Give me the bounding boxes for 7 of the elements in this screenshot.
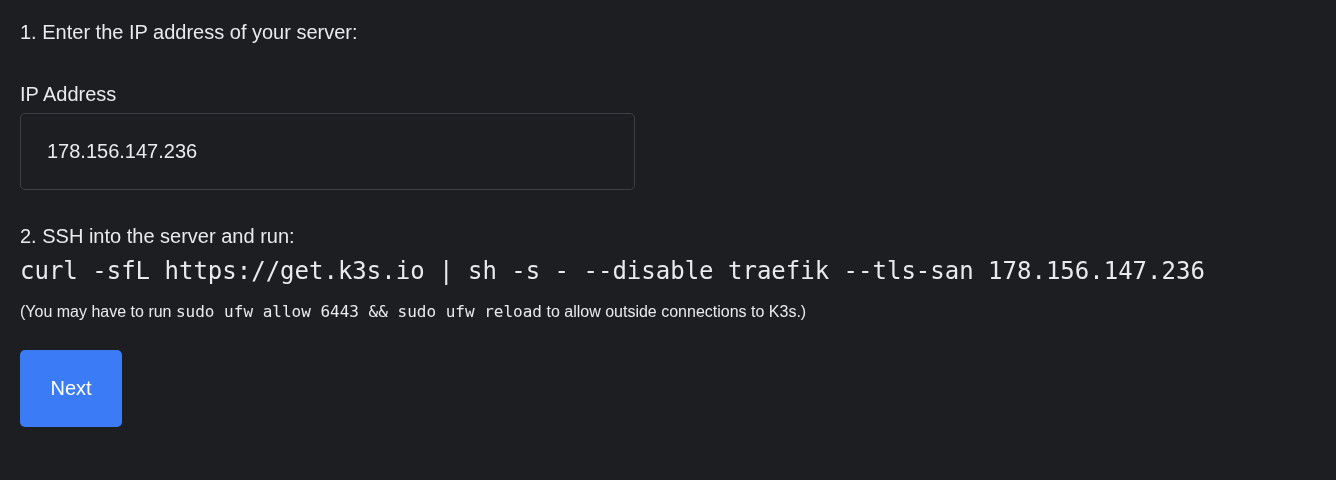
step-instruction: 2. SSH into the server and run: [20,224,296,249]
ip-address-field[interactable]: 178.156.147.236 [20,113,635,190]
next-button[interactable]: Next [20,350,122,427]
ip-address-label: IP Address [20,82,118,107]
step-instruction: 1. Enter the IP address of your server: [20,20,359,45]
note-text: (You may have to run sudo ufw allow 6443 && sudo ufw reload to allow outside connections to K3s.) [20,301,808,323]
command-text: curl -sfL https://get.k3s.io | sh -s - --disable traefik --tls-san 178.156.147.236 [20,256,1206,287]
